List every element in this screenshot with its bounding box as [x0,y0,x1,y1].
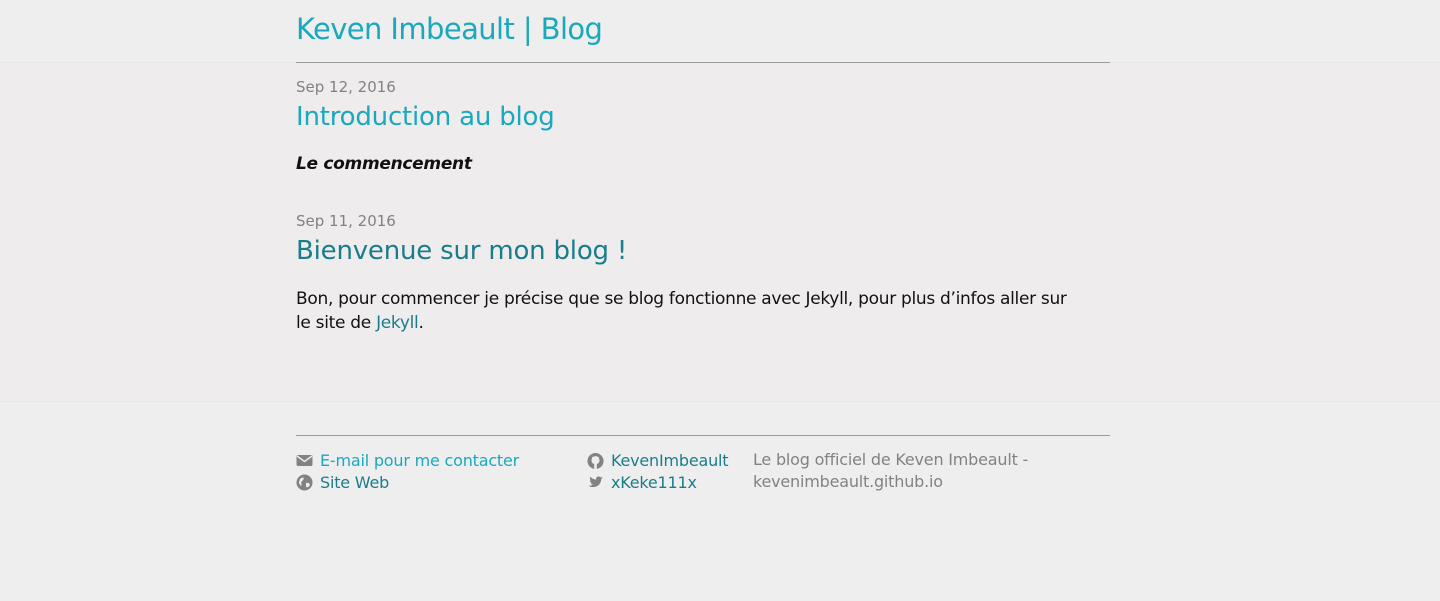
post-title-link[interactable]: Introduction au blog [296,102,555,132]
post-excerpt: Bon, pour commencer je précise que se bl… [296,287,1086,335]
post-excerpt-text-end: . [418,313,424,333]
github-link[interactable]: KevenImbeault [611,451,729,470]
footer-twitter: xKeke111x [587,472,697,492]
jekyll-link[interactable]: Jekyll [376,313,419,333]
twitter-icon [587,474,604,491]
website-link[interactable]: Site Web [320,473,389,492]
site-title-link[interactable]: Keven Imbeault | Blog [296,12,603,46]
post-date: Sep 11, 2016 [296,212,396,230]
post-date: Sep 12, 2016 [296,78,396,96]
footer-email: E-mail pour me contacter [296,450,519,470]
footer-github: KevenImbeault [587,450,729,470]
site-header [0,0,1440,63]
envelope-icon [296,452,313,469]
email-link[interactable]: E-mail pour me contacter [320,451,519,470]
globe-icon [296,474,313,491]
post-title-link[interactable]: Bienvenue sur mon blog ! [296,236,627,266]
footer-divider [296,435,1110,436]
post-excerpt-emphasis: Le commencement [296,154,472,174]
footer-website: Site Web [296,472,389,492]
post-excerpt: Le commencement [296,152,1096,176]
twitter-link[interactable]: xKeke111x [611,473,697,492]
footer-description: Le blog officiel de Keven Imbeault - kev… [753,450,1029,491]
header-divider [296,62,1110,63]
site-footer [0,401,1440,601]
github-icon [587,452,604,469]
